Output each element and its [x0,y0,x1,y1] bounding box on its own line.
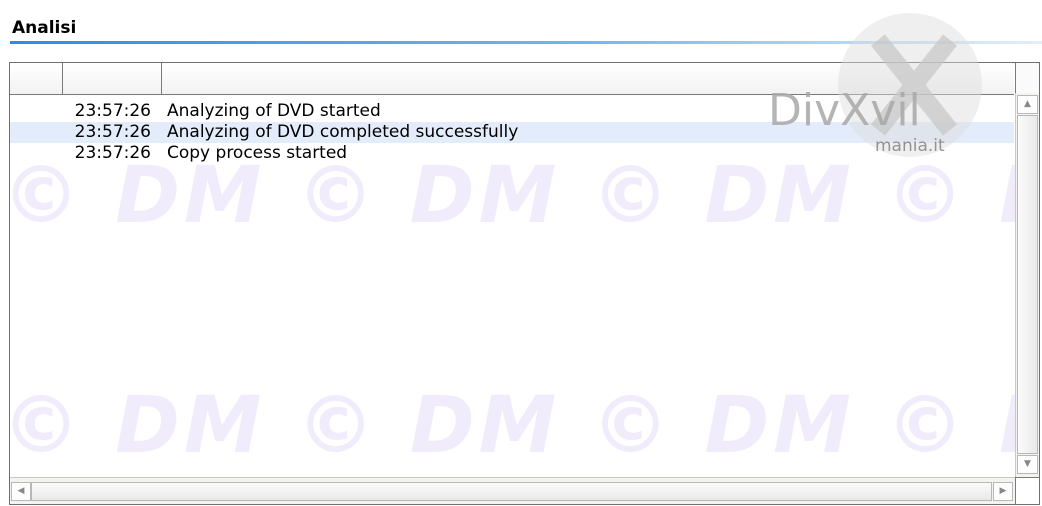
watermark-text: © DM © DM © DM © DM © [9,151,1039,241]
horizontal-scroll-thumb[interactable] [31,482,992,501]
log-time: 23:57:26 [74,143,151,163]
log-time: 23:57:26 [74,101,151,121]
scrollbar-header-corner [1015,63,1039,93]
log-row[interactable]: 23:57:26 Analyzing of DVD started [10,101,1014,122]
horizontal-scrollbar[interactable]: ◀ ▶ [10,477,1015,504]
vertical-scroll-thumb[interactable] [1017,115,1038,454]
log-time: 23:57:26 [74,122,151,142]
header-divider [10,41,1042,44]
column-header-1[interactable] [10,63,63,94]
log-listview[interactable]: © DM © DM © DM © DM © © DM © DM © DM © D… [9,62,1040,505]
chevron-left-icon: ◀ [17,486,25,496]
log-row[interactable]: 23:57:26 Analyzing of DVD completed succ… [10,122,1014,143]
column-header [10,63,1014,95]
scroll-up-button[interactable]: ▲ [1017,95,1038,114]
scroll-right-button[interactable]: ▶ [993,482,1013,501]
log-row[interactable]: 23:57:26 Copy process started [10,143,1014,164]
chevron-down-icon: ▼ [1024,459,1031,469]
panel-title: Analisi [12,18,77,38]
log-message: Analyzing of DVD started [167,101,381,121]
watermark-text: © DM © DM © DM © DM © [9,381,1039,471]
vertical-scrollbar[interactable]: ▲ ▼ [1015,93,1039,477]
scroll-left-button[interactable]: ◀ [11,482,31,501]
log-message: Analyzing of DVD completed successfully [167,122,519,142]
chevron-right-icon: ▶ [999,486,1007,496]
column-header-time[interactable] [63,63,162,94]
log-message: Copy process started [167,143,348,163]
column-header-message[interactable] [162,63,1014,94]
scroll-down-button[interactable]: ▼ [1017,455,1038,474]
panel-header: Analisi [0,0,1042,48]
chevron-up-icon: ▲ [1024,99,1031,109]
scrollbar-corner [1015,477,1039,504]
